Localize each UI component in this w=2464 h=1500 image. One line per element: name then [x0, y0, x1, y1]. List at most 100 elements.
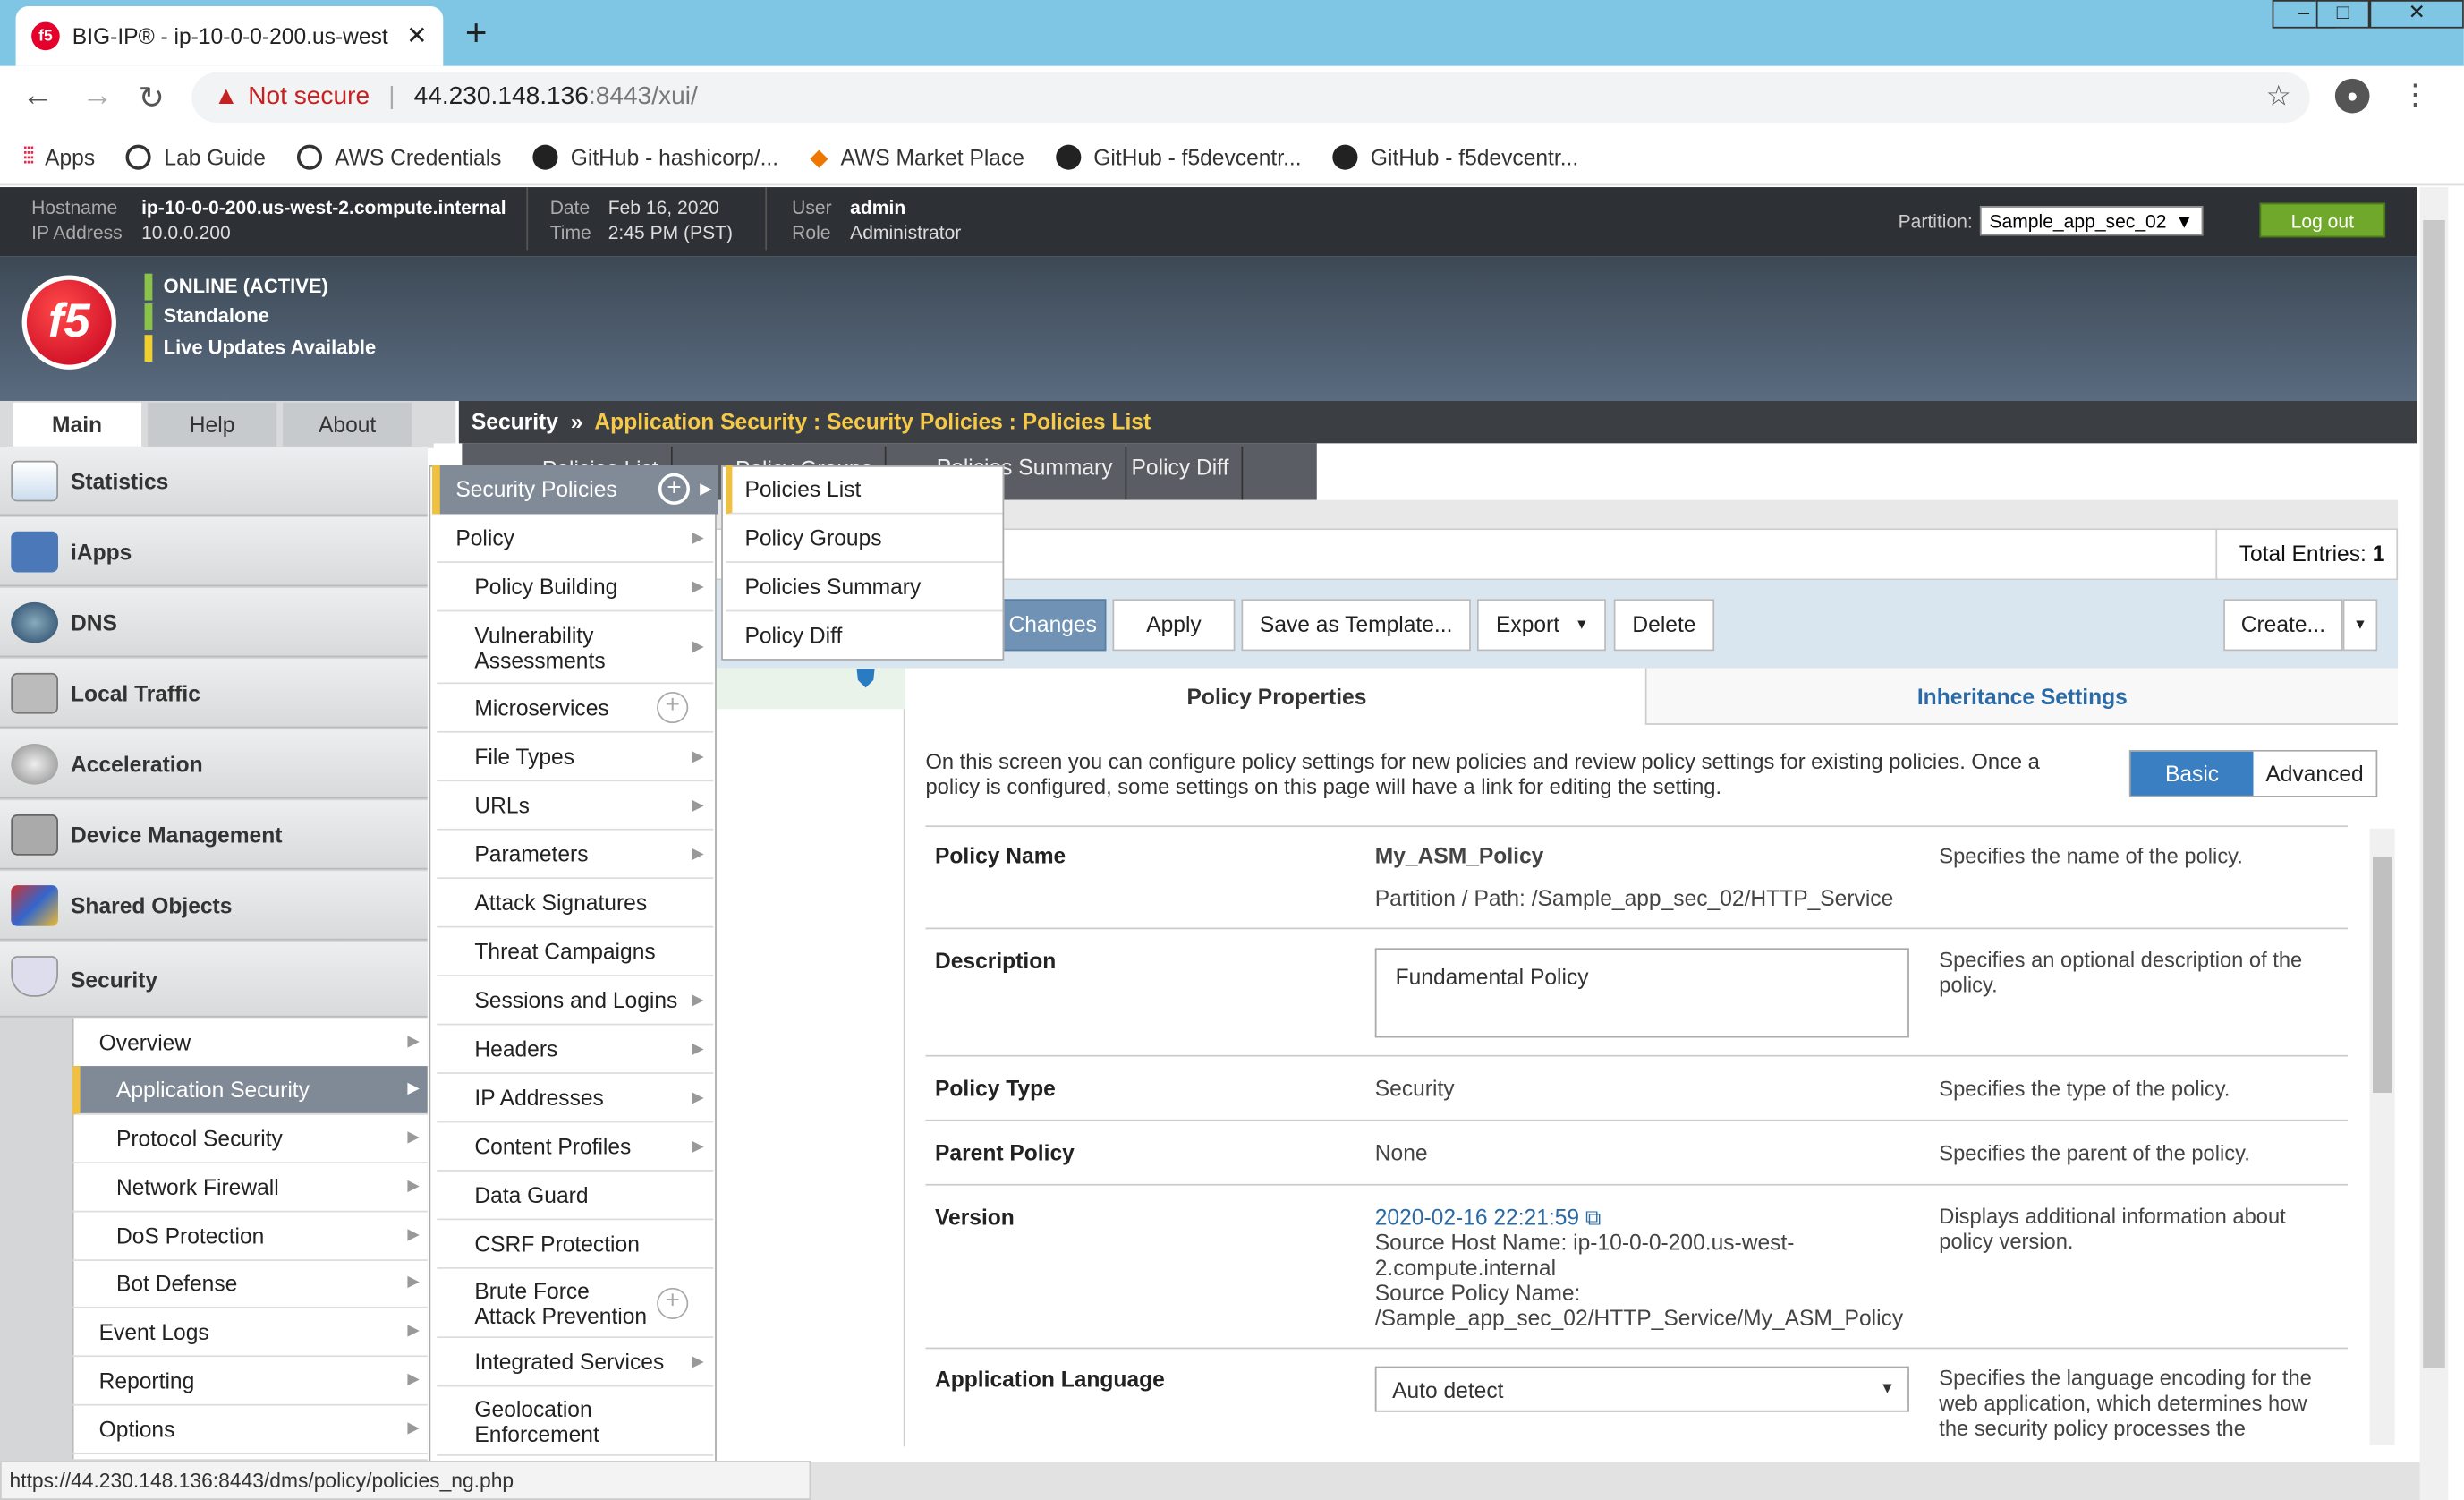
bookmark-github-f5-1[interactable]: GitHub - f5devcentr... [1056, 143, 1302, 169]
bookmark-star-icon[interactable]: ☆ [2266, 81, 2291, 114]
flyout-item-integrated-services[interactable]: Integrated Services ▶ [437, 1338, 714, 1387]
submenu-bot-defense[interactable]: Bot Defense ▶ [72, 1259, 428, 1308]
status-live-updates[interactable]: Live Updates Available [144, 335, 376, 362]
apply-button[interactable]: Apply [1112, 599, 1236, 652]
logout-button[interactable]: Log out [2259, 202, 2386, 238]
sidebar-item-iapps[interactable]: iApps [0, 516, 428, 587]
partition-select[interactable]: Sample_app_sec_02 ▼ [1979, 206, 2204, 236]
plus-circle-icon[interactable]: + [657, 1286, 689, 1319]
flyout-item-headers[interactable]: Headers ▶ [437, 1025, 714, 1074]
bookmark-github-f5-2[interactable]: GitHub - f5devcentr... [1332, 143, 1578, 169]
browser-tab[interactable]: f5 BIG-IP® - ip-10-0-0-200.us-west ✕ [15, 6, 444, 66]
external-link-icon[interactable]: ⧉ [1585, 1205, 1602, 1230]
sidebar-item-shared-objects[interactable]: Shared Objects [0, 871, 428, 941]
submenu-reporting[interactable]: Reporting ▶ [72, 1357, 428, 1406]
sidebar-item-local-traffic[interactable]: Local Traffic [0, 659, 428, 729]
sidebar-item-dns[interactable]: DNS [0, 588, 428, 658]
flyout-item-csrf[interactable]: CSRF Protection [437, 1220, 714, 1269]
submenu-overview[interactable]: Overview ▶ [72, 1018, 428, 1068]
flyout2-policy-diff[interactable]: Policy Diff [726, 611, 1002, 660]
submenu-dos-protection[interactable]: DoS Protection ▶ [72, 1212, 428, 1261]
reload-icon[interactable]: ↻ [139, 79, 165, 118]
tab-inheritance-settings[interactable]: Inheritance Settings [1646, 668, 2399, 725]
not-secure-label: Not secure [248, 83, 370, 110]
flyout-item-microservices[interactable]: Microservices + [437, 684, 714, 733]
browser-menu-icon[interactable]: ⋮ [2401, 79, 2430, 112]
flyout-label: Threat Campaigns [474, 938, 656, 964]
sidebar-item-device-management[interactable]: Device Management [0, 800, 428, 870]
flyout-item-policy-building[interactable]: Policy Building ▶ [437, 563, 714, 612]
app-language-select[interactable]: Auto detect ▼ [1374, 1366, 1909, 1412]
flyout-item-urls[interactable]: URLs ▶ [437, 781, 714, 831]
submenu-label: Network Firewall [115, 1174, 279, 1200]
sidebar-item-acceleration[interactable]: Acceleration [0, 729, 428, 799]
address-bar[interactable]: ▲ Not secure | 44.230.148.136 :8443/xui/ [191, 72, 2310, 124]
flyout-item-data-guard[interactable]: Data Guard [437, 1172, 714, 1221]
tab-policy-diff[interactable]: Policy Diff [1118, 446, 1244, 500]
advanced-button[interactable]: Advanced [2253, 751, 2376, 796]
save-as-template-button[interactable]: Save as Template... [1241, 599, 1471, 652]
flyout-item-attack-signatures[interactable]: Attack Signatures [437, 879, 714, 928]
sidebar-item-statistics[interactable]: Statistics [0, 446, 428, 516]
flyout2-policy-groups[interactable]: Policy Groups [726, 514, 1003, 563]
flyout-item-file-types[interactable]: File Types ▶ [437, 733, 714, 782]
flyout2-policies-list[interactable]: Policies List [726, 465, 1003, 515]
submenu-application-security[interactable]: Application Security ▶ [72, 1066, 428, 1115]
page-scroll-thumb[interactable] [2423, 219, 2445, 1368]
bookmark-lab-guide[interactable]: Lab Guide [126, 143, 266, 169]
bookmark-label: AWS Credentials [335, 143, 502, 169]
back-icon[interactable]: ← [22, 79, 54, 115]
role-value: Administrator [850, 221, 962, 244]
delete-button[interactable]: Delete [1613, 599, 1715, 652]
plus-circle-icon[interactable]: + [658, 473, 691, 505]
properties-scroll-thumb[interactable] [2373, 857, 2392, 1093]
bookmark-aws-market[interactable]: ◆ AWS Market Place [810, 142, 1024, 171]
tab-help[interactable]: Help [148, 402, 277, 447]
url-path: :8443/xui/ [588, 83, 698, 110]
bookmark-apps[interactable]: ⁞⁞⁞ Apps [22, 143, 96, 170]
breadcrumb-root[interactable]: Security [472, 409, 558, 434]
close-tab-icon[interactable]: ✕ [406, 21, 428, 52]
flyout-item-sessions-logins[interactable]: Sessions and Logins ▶ [437, 976, 714, 1026]
flyout-item-brute-force[interactable]: Brute Force Attack Prevention + [437, 1269, 714, 1339]
create-button[interactable]: Create... [2223, 599, 2343, 652]
sidebar-item-security[interactable]: Security [0, 942, 428, 1018]
version-label: Version [934, 1204, 1015, 1230]
flyout-security-policies[interactable]: Security Policies + ▶ [431, 465, 718, 515]
create-dropdown-icon[interactable]: ▼ [2342, 599, 2378, 652]
submenu-event-logs[interactable]: Event Logs ▶ [72, 1308, 428, 1358]
flyout-item-vulnerability[interactable]: Vulnerability Assessments ▶ [437, 611, 714, 685]
forward-icon[interactable]: → [81, 79, 113, 115]
tab-policy-properties[interactable]: Policy Properties [908, 668, 1647, 725]
flyout-item-policy[interactable]: Policy ▶ [437, 514, 714, 563]
maximize-icon[interactable]: □ [2315, 0, 2370, 29]
shared-objects-icon [11, 885, 58, 926]
flyout-item-parameters[interactable]: Parameters ▶ [437, 831, 714, 880]
submenu-protocol-security[interactable]: Protocol Security ▶ [72, 1115, 428, 1164]
profile-icon[interactable]: ● [2334, 78, 2370, 114]
description-textarea[interactable]: Fundamental Policy [1374, 948, 1909, 1038]
tab-main[interactable]: Main [13, 402, 142, 447]
submenu-options[interactable]: Options ▶ [72, 1406, 428, 1455]
flyout-label: URLs [474, 792, 530, 818]
chevron-right-icon: ▶ [407, 1274, 420, 1291]
flyout2-policies-summary[interactable]: Policies Summary [726, 563, 1003, 612]
tab-about[interactable]: About [283, 402, 412, 447]
f5-logo[interactable]: f5 [21, 275, 116, 370]
window-close-icon[interactable]: ✕ [2369, 0, 2464, 29]
bookmark-label: Lab Guide [164, 143, 266, 169]
apply-changes-button[interactable]: Changes [999, 599, 1107, 652]
flyout-item-content-profiles[interactable]: Content Profiles ▶ [437, 1122, 714, 1172]
flyout-item-threat-campaigns[interactable]: Threat Campaigns [437, 928, 714, 976]
chevron-right-icon: ▶ [692, 577, 704, 595]
plus-circle-icon[interactable]: + [657, 691, 689, 724]
flyout-item-ip-addresses[interactable]: IP Addresses ▶ [437, 1074, 714, 1123]
new-tab-icon[interactable]: + [465, 13, 488, 56]
flyout-item-geolocation[interactable]: Geolocation Enforcement [437, 1386, 714, 1456]
bookmark-aws-credentials[interactable]: AWS Credentials [297, 143, 502, 169]
bookmark-github-hashicorp[interactable]: GitHub - hashicorp/... [532, 143, 778, 169]
submenu-network-firewall[interactable]: Network Firewall ▶ [72, 1163, 428, 1213]
version-link[interactable]: 2020-02-16 22:21:59 [1375, 1205, 1579, 1230]
basic-button[interactable]: Basic [2130, 751, 2254, 796]
export-button[interactable]: Export ▼ [1476, 599, 1606, 652]
